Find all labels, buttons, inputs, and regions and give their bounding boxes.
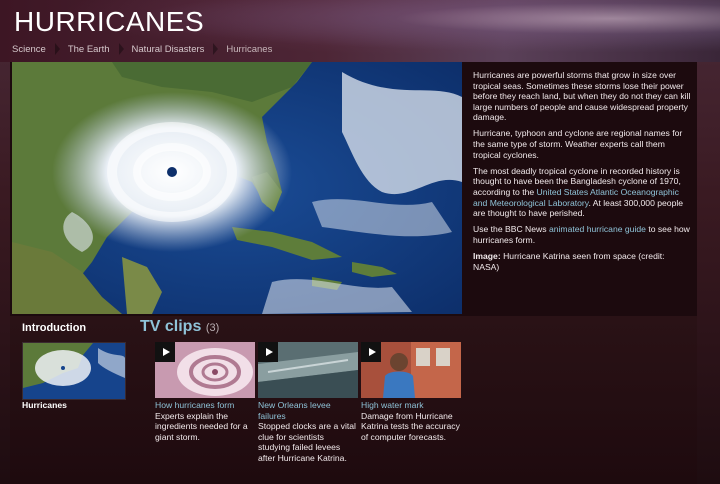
clip-title[interactable]: How hurricanes form — [155, 400, 255, 411]
play-icon[interactable] — [155, 342, 175, 362]
breadcrumb-hurricanes: Hurricanes — [226, 43, 273, 55]
clip-description: Stopped clocks are a vital clue for scie… — [258, 421, 356, 463]
info-paragraph-4-text-start: Use the BBC News — [473, 224, 549, 235]
info-paragraph-3: The most deadly tropical cyclone in reco… — [473, 166, 691, 219]
play-icon[interactable] — [258, 342, 278, 362]
animated-hurricane-guide-link[interactable]: animated hurricane guide — [549, 224, 646, 234]
clip-description: Experts explain the ingredients needed f… — [155, 410, 248, 442]
info-paragraph-2: Hurricane, typhoon and cyclone are regio… — [473, 128, 683, 160]
introduction-caption[interactable]: Hurricanes — [22, 400, 67, 410]
clip-title[interactable]: High water mark — [361, 400, 461, 411]
clip-thumbnail[interactable] — [155, 342, 255, 398]
breadcrumb-the-earth[interactable]: The Earth — [68, 43, 110, 55]
introduction-heading: Introduction — [22, 322, 87, 334]
tv-clips-heading: TV clips (3) — [140, 318, 219, 336]
info-paragraph-4: Use the BBC News animated hurricane guid… — [473, 224, 691, 245]
breadcrumb-separator — [118, 43, 124, 55]
breadcrumb-separator — [213, 43, 219, 55]
info-panel: Hurricanes are powerful storms that grow… — [473, 70, 691, 278]
image-credit-label: Image: — [473, 250, 501, 261]
breadcrumb-science[interactable]: Science — [12, 43, 46, 55]
breadcrumb-separator — [54, 43, 60, 55]
image-credit-text: Hurricane Katrina seen from space (credi… — [473, 250, 665, 272]
tv-clips-title: TV clips — [140, 318, 202, 335]
page-title: HURRICANES — [14, 6, 205, 37]
tv-clip-2[interactable]: New Orleans levee failures Stopped clock… — [258, 342, 358, 463]
tv-clip-3[interactable]: High water mark Damage from Hurricane Ka… — [361, 342, 461, 442]
tv-clip-1[interactable]: How hurricanes form Experts explain the … — [155, 342, 255, 442]
clip-thumbnail[interactable] — [361, 342, 461, 398]
clip-description: Damage from Hurricane Katrina tests the … — [361, 410, 460, 442]
image-credit: Image: Hurricane Katrina seen from space… — [473, 251, 691, 272]
clip-thumbnail[interactable] — [258, 342, 358, 398]
tv-clips-count: (3) — [205, 322, 220, 334]
info-paragraph-1: Hurricanes are powerful storms that grow… — [473, 70, 691, 123]
introduction-thumbnail[interactable] — [22, 342, 126, 400]
clip-title[interactable]: New Orleans levee failures — [258, 400, 358, 421]
play-icon[interactable] — [361, 342, 381, 362]
hurricane-satellite-image — [12, 62, 462, 314]
breadcrumb-natural-disasters[interactable]: Natural Disasters — [132, 43, 205, 55]
breadcrumb: Science The Earth Natural Disasters Hurr… — [12, 43, 272, 55]
